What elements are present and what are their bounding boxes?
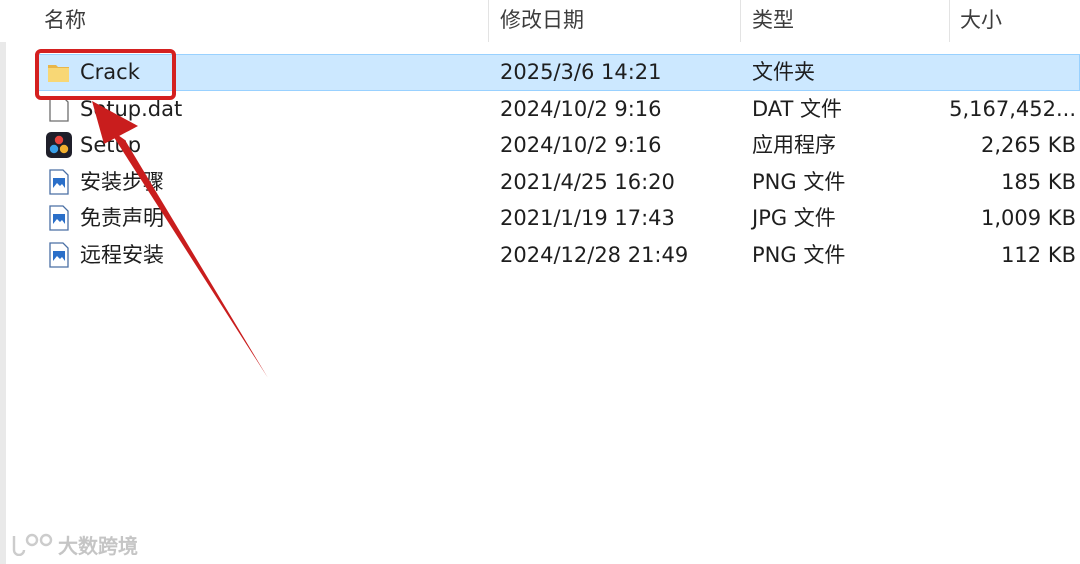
file-name: Crack	[80, 60, 140, 84]
file-size: 1,009 KB	[981, 206, 1076, 231]
file-date: 2024/10/2 9:16	[500, 96, 662, 121]
davinci-resolve-app-icon	[46, 132, 72, 159]
file-list: Crack 2025/3/6 14:21 文件夹 Setup.dat 2024/…	[0, 54, 1080, 274]
column-divider[interactable]	[488, 0, 489, 42]
file-row-crack[interactable]: Crack 2025/3/6 14:21 文件夹	[0, 54, 1080, 91]
watermark-logo-icon	[12, 533, 53, 556]
file-date: 2021/4/25 16:20	[500, 169, 675, 194]
column-header-date[interactable]: 修改日期	[500, 0, 584, 42]
column-header-name[interactable]: 名称	[44, 0, 86, 42]
image-file-icon	[46, 169, 72, 195]
column-divider[interactable]	[740, 0, 741, 42]
file-type: PNG 文件	[752, 242, 846, 267]
blank-file-icon	[46, 95, 72, 122]
file-size: 112 KB	[1001, 242, 1076, 267]
column-header-size[interactable]: 大小	[960, 0, 1002, 42]
file-type: DAT 文件	[752, 96, 843, 121]
image-file-icon	[46, 205, 72, 232]
file-type: PNG 文件	[752, 169, 846, 194]
file-size: 185 KB	[1001, 169, 1076, 194]
column-divider[interactable]	[949, 0, 950, 42]
file-explorer-view: ^ 名称 修改日期 类型 大小 Crack 2025/3/6 14:21 文件夹	[0, 0, 1080, 564]
file-row-setup-dat[interactable]: Setup.dat 2024/10/2 9:16 DAT 文件 5,167,45…	[0, 91, 1080, 128]
column-header-row: ^ 名称 修改日期 类型 大小	[0, 0, 1080, 42]
file-name: 远程安装	[80, 242, 164, 267]
sort-caret-icon: ^	[256, 0, 268, 8]
file-date: 2025/3/6 14:21	[500, 60, 662, 84]
file-type: 应用程序	[752, 133, 836, 158]
file-row-setup-exe[interactable]: Setup 2024/10/2 9:16 应用程序 2,265 KB	[0, 127, 1080, 164]
file-size: 2,265 KB	[981, 133, 1076, 158]
file-row-disclaimer[interactable]: 免责声明 2021/1/19 17:43 JPG 文件 1,009 KB	[0, 200, 1080, 237]
file-date: 2021/1/19 17:43	[500, 206, 675, 231]
column-header-type[interactable]: 类型	[752, 0, 794, 42]
file-date: 2024/10/2 9:16	[500, 133, 662, 158]
watermark: 大数跨境	[10, 530, 138, 558]
file-row-install-steps[interactable]: 安装步骤 2021/4/25 16:20 PNG 文件 185 KB	[0, 164, 1080, 201]
file-name: 安装步骤	[80, 169, 164, 194]
watermark-text: 大数跨境	[58, 533, 138, 558]
file-size: 5,167,452...	[949, 96, 1076, 121]
file-type: 文件夹	[752, 60, 815, 84]
file-name: 免责声明	[80, 206, 164, 231]
folder-icon	[46, 59, 72, 85]
file-name: Setup	[80, 133, 142, 158]
file-row-remote-install[interactable]: 远程安装 2024/12/28 21:49 PNG 文件 112 KB	[0, 237, 1080, 274]
file-type: JPG 文件	[752, 206, 836, 231]
image-file-icon	[46, 242, 72, 268]
file-name: Setup.dat	[80, 96, 183, 121]
file-date: 2024/12/28 21:49	[500, 242, 689, 267]
